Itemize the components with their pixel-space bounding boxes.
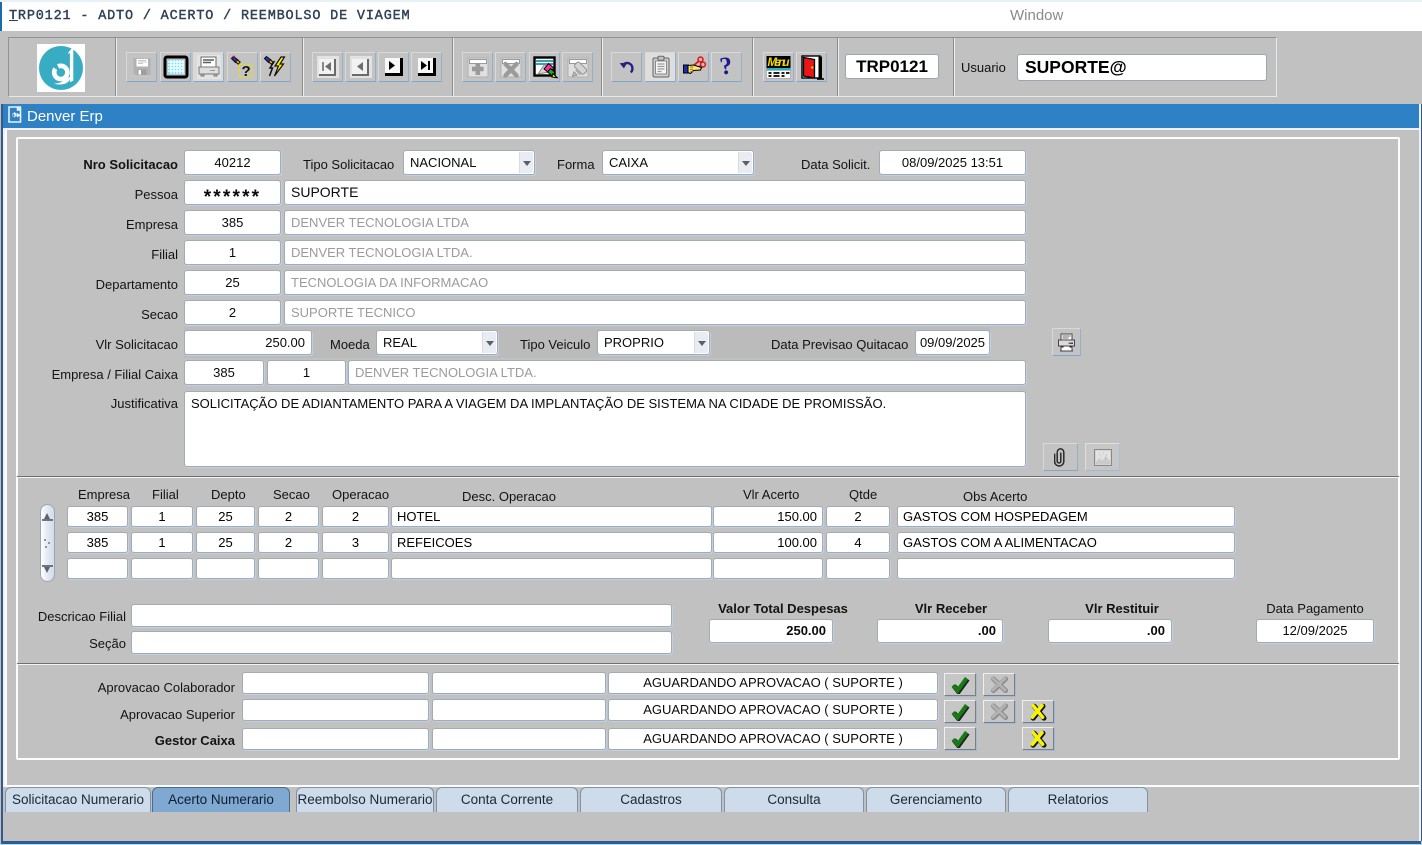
svg-text:Menu: Menu bbox=[768, 57, 790, 69]
svg-text:?: ? bbox=[241, 63, 250, 80]
